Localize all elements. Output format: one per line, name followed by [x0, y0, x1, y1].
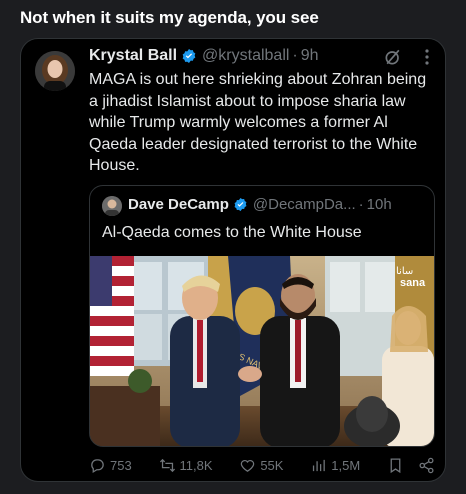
- quote-author-handle[interactable]: @DecampDa...: [253, 196, 356, 213]
- right-actions: [387, 457, 435, 474]
- quote-photo[interactable]: S NAVY سانا sana: [90, 256, 434, 446]
- views-button[interactable]: 1,5M: [310, 457, 360, 474]
- quote-avatar[interactable]: [102, 196, 122, 216]
- action-bar: 753 11,8K 55K 1,5M: [89, 457, 435, 474]
- verified-badge-icon: [233, 197, 248, 212]
- repost-icon: [159, 458, 175, 473]
- repost-button[interactable]: 11,8K: [159, 457, 213, 474]
- author-handle[interactable]: @krystalball: [202, 47, 289, 65]
- heart-icon: [241, 460, 255, 472]
- quote-header: Dave DeCamp @DecampDa... · 10h: [128, 196, 392, 213]
- reply-icon: [91, 459, 104, 474]
- quoted-tweet[interactable]: Dave DeCamp @DecampDa... · 10h Al-Qaeda …: [89, 185, 435, 447]
- verified-badge-icon: [181, 48, 197, 64]
- tweet-text: MAGA is out here shrieking about Zohran …: [89, 71, 427, 174]
- watermark-sana: sana: [400, 277, 426, 289]
- reply-button[interactable]: 753: [89, 457, 132, 474]
- bookmark-button[interactable]: [387, 457, 404, 474]
- separator-dot: ·: [292, 47, 298, 64]
- avatar-image: [35, 51, 75, 91]
- photo-scene: S NAVY سانا sana: [90, 256, 434, 446]
- share-button[interactable]: [418, 457, 435, 474]
- bookmark-icon: [390, 458, 401, 474]
- quote-time[interactable]: 10h: [367, 196, 392, 213]
- watermark-arabic: سانا: [396, 266, 413, 277]
- quote-author-name[interactable]: Dave DeCamp: [128, 196, 229, 213]
- page-heading: Not when it suits my agenda, you see: [20, 8, 319, 27]
- share-icon: [419, 457, 434, 474]
- views-icon: [313, 459, 326, 472]
- more-icon[interactable]: [417, 47, 437, 67]
- like-count: 55K: [260, 458, 284, 473]
- avatar[interactable]: [35, 51, 75, 91]
- repost-count: 11,8K: [179, 458, 213, 473]
- like-button[interactable]: 55K: [239, 457, 283, 474]
- grok-icon[interactable]: [383, 47, 403, 67]
- views-count: 1,5M: [331, 458, 361, 473]
- separator-dot: ·: [358, 196, 364, 213]
- author-name[interactable]: Krystal Ball: [89, 47, 177, 65]
- quote-text: Al-Qaeda comes to the White House: [102, 224, 362, 241]
- reply-count: 753: [110, 458, 132, 473]
- tweet-header: Krystal Ball @krystalball · 9h: [89, 47, 319, 65]
- tweet-time[interactable]: 9h: [301, 47, 319, 65]
- tweet-card[interactable]: Krystal Ball @krystalball · 9h MAGA is o…: [20, 38, 446, 482]
